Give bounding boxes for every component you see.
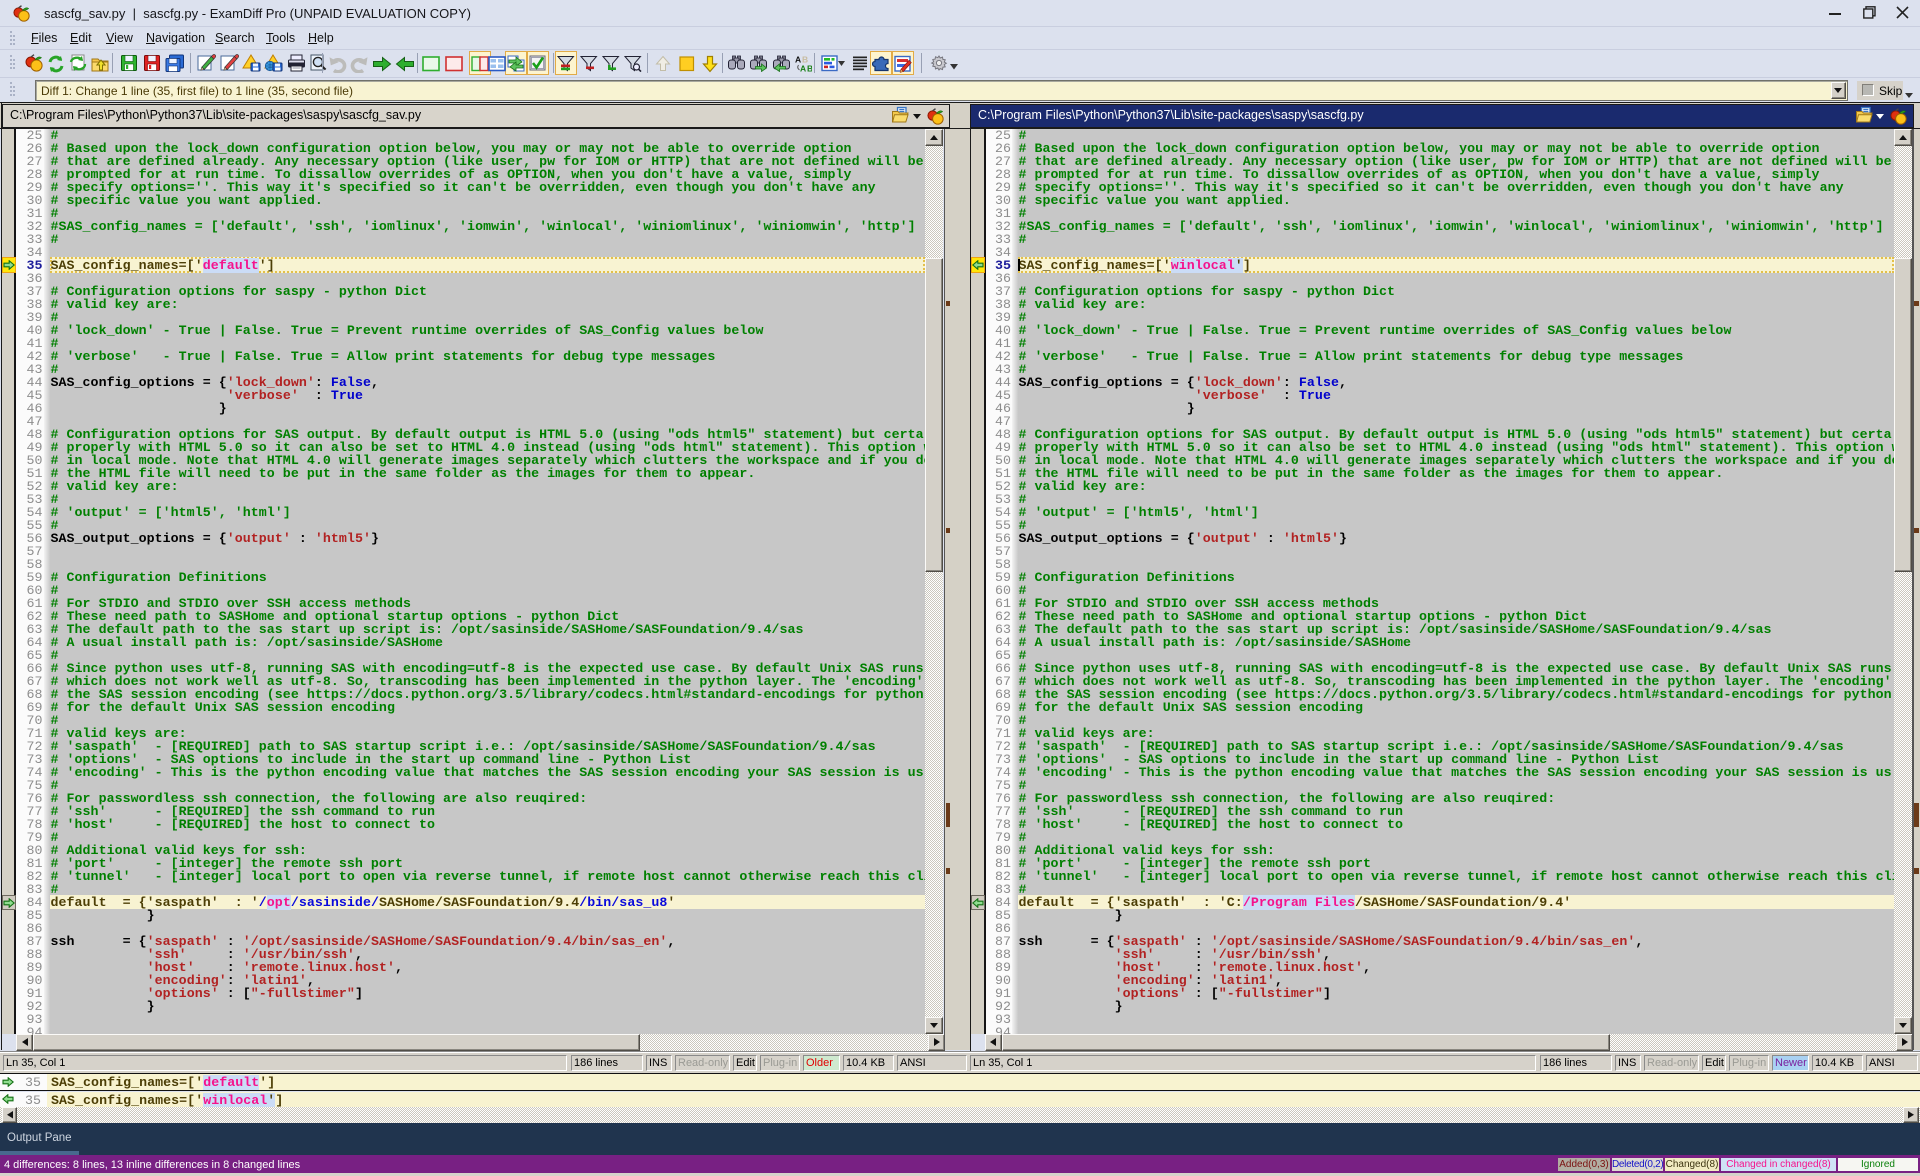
svg-text:A: A xyxy=(800,64,806,73)
svg-text:B: B xyxy=(807,64,812,73)
